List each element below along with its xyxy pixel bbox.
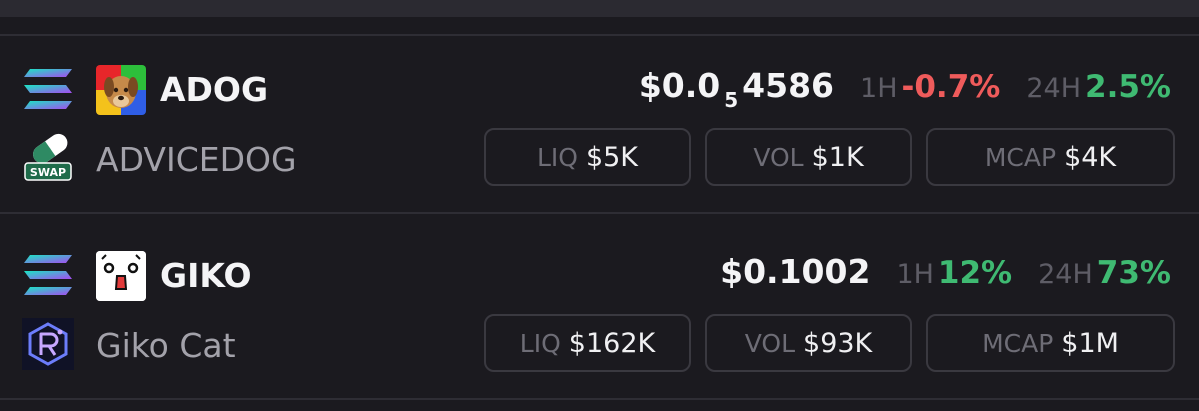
token-name: ADVICEDOG [96,140,297,179]
market-cap-value: $1M [1061,327,1119,359]
volume-label: VOL [753,142,804,172]
market-cap-stat[interactable]: MCAP $1M [926,314,1175,372]
top-bar [0,0,1199,17]
solana-icon [24,255,72,295]
volume-value: $1K [811,141,864,173]
liquidity-label: LIQ [519,328,561,358]
solana-icon [24,69,72,109]
svg-text:SWAP: SWAP [30,166,66,179]
liquidity-value: $162K [568,327,656,359]
timeframe-24h: 24H [1026,73,1082,104]
change-1h: 12% [937,255,1013,291]
price-tail: 4586 [742,66,835,105]
price-change-line: $0.0 5 4586 1H -0.7% 24H 2.5% [638,66,1171,112]
swap-pill-icon: SWAP [24,133,72,181]
token-symbol: ADOG [160,70,269,109]
market-cap-label: MCAP [984,142,1057,172]
volume-label: VOL [744,328,796,358]
dog-face-icon [96,65,146,115]
change-1h: -0.7% [901,69,1001,105]
volume-stat[interactable]: VOL $1K [705,128,912,186]
token-name: Giko Cat [96,326,236,365]
raydium-icon [22,318,74,370]
token-row[interactable]: GIKO $0.1002 1H 12% 24H 73% Giko Cat LIQ… [0,214,1199,404]
price-main: $0.0 [638,66,721,105]
token-price: $0.1002 [720,252,871,291]
market-cap-value: $4K [1064,141,1117,173]
timeframe-1h: 1H [860,73,898,104]
timeframe-1h: 1H [896,259,934,290]
change-24h: 73% [1096,255,1171,291]
market-cap-stat[interactable]: MCAP $4K [926,128,1175,186]
price-change-line: $0.1002 1H 12% 24H 73% [720,252,1171,296]
change-24h: 2.5% [1085,69,1171,105]
giko-cat-face-icon [96,251,146,301]
volume-stat[interactable]: VOL $93K [705,314,912,372]
market-cap-label: MCAP [982,328,1054,358]
token-row[interactable]: ADOG $0.0 5 4586 1H -0.7% 24H 2.5% SWAP AD… [0,36,1199,226]
price-zero-count: 5 [724,88,739,112]
token-price: $0.0 5 4586 [638,66,835,112]
liquidity-stat[interactable]: LIQ $162K [484,314,691,372]
volume-value: $93K [803,327,873,359]
liquidity-stat[interactable]: LIQ $5K [484,128,691,186]
divider [0,398,1199,400]
token-symbol: GIKO [160,256,252,295]
timeframe-24h: 24H [1038,259,1093,290]
liquidity-label: LIQ [536,142,578,172]
liquidity-value: $5K [585,141,639,173]
